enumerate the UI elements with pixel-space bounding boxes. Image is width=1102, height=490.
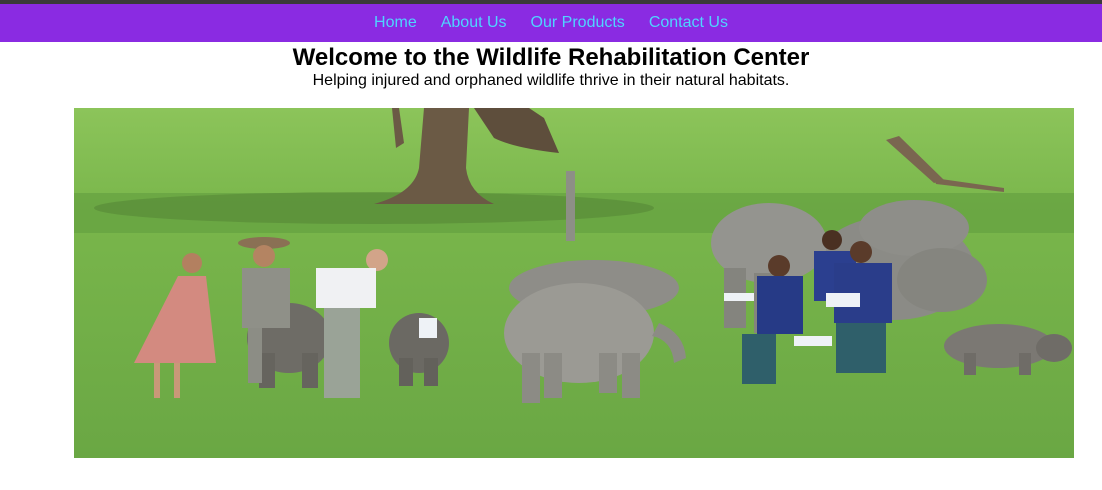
page-title: Welcome to the Wildlife Rehabilitation C…	[292, 44, 810, 71]
navbar: Home About Us Our Products Contact Us	[0, 4, 1102, 42]
hero-image	[74, 108, 1074, 458]
hero-image-illustration	[74, 108, 1074, 458]
nav-link-home[interactable]: Home	[374, 4, 417, 42]
nav-link-about-us[interactable]: About Us	[441, 4, 507, 42]
page-subtitle: Helping injured and orphaned wildlife th…	[312, 72, 790, 89]
nav-link-contact-us[interactable]: Contact Us	[649, 4, 728, 42]
nav-link-our-products[interactable]: Our Products	[531, 4, 625, 42]
hero: Welcome to the Wildlife Rehabilitation C…	[0, 42, 1102, 90]
